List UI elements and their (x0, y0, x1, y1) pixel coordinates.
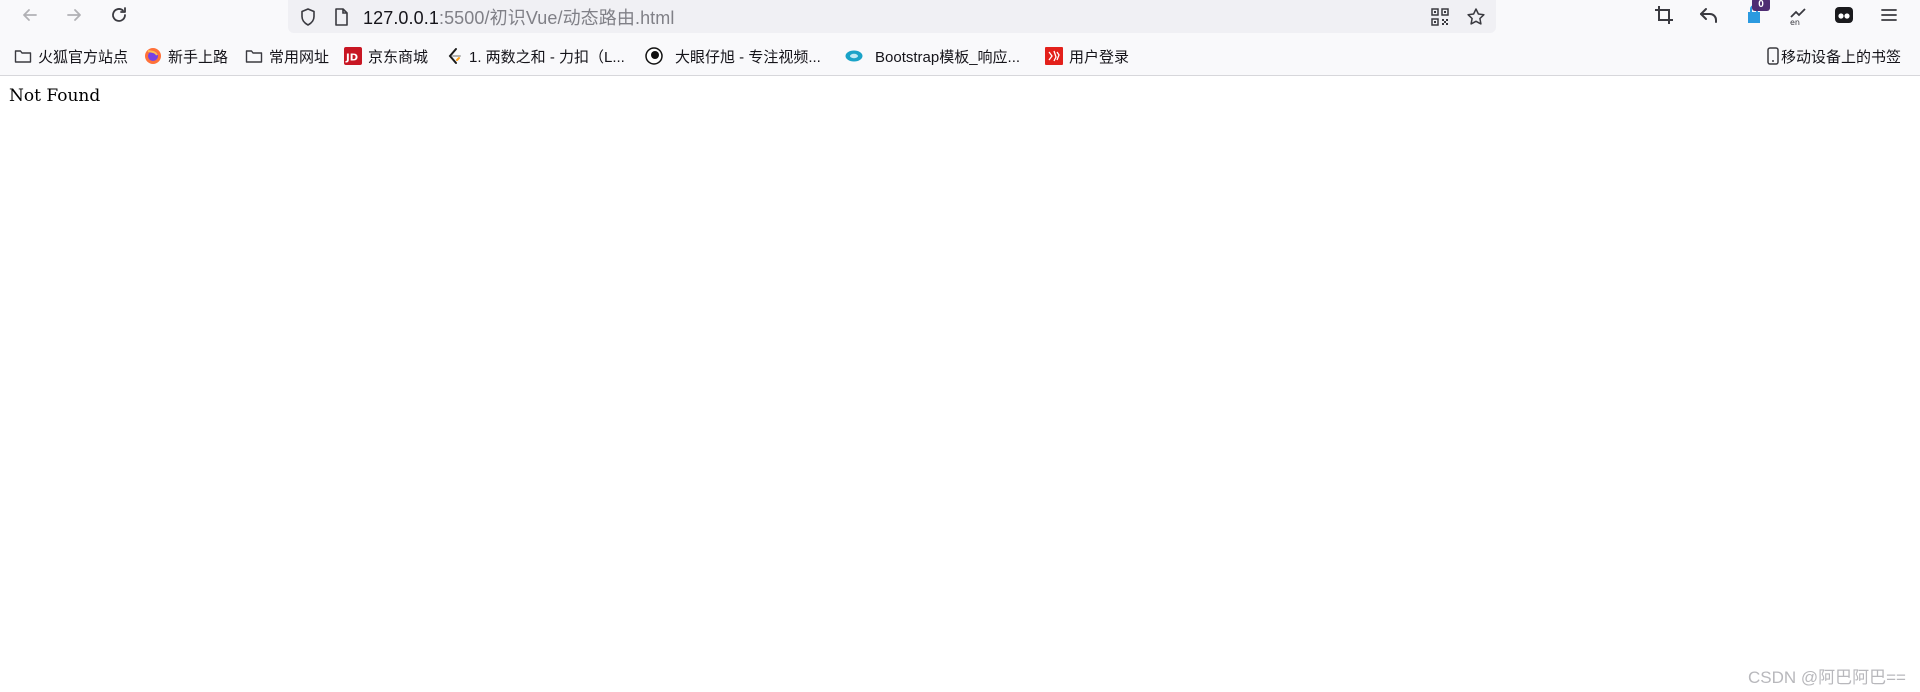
mobile-bookmarks-label: 移动设备上的书签 (1781, 48, 1902, 66)
forward-arrow-icon (67, 9, 81, 21)
bookmark-item[interactable]: 火狐官方站点 (14, 44, 128, 68)
translate-button[interactable]: en (1783, 2, 1815, 28)
menu-icon (1881, 9, 1897, 21)
bookmark-label: 火狐官方站点 (38, 48, 129, 66)
firefox-icon (144, 47, 162, 65)
bootstrap-icon (845, 47, 863, 65)
reload-button[interactable] (101, 0, 137, 30)
folder-icon (14, 47, 32, 65)
jd-icon: JD (344, 47, 362, 65)
bookmark-item[interactable]: 大眼仔旭 - 专注视频... (645, 44, 821, 68)
crop-button[interactable] (1648, 2, 1680, 28)
bookmark-item[interactable]: 用户登录 (1045, 44, 1129, 68)
bookmark-label: 常用网址 (269, 48, 330, 66)
star-icon[interactable] (1466, 7, 1486, 27)
bookmark-item[interactable]: JD 京东商城 (344, 44, 428, 68)
extension-button[interactable]: 0 (1738, 0, 1770, 28)
bookmark-item[interactable]: 常用网址 (245, 44, 329, 68)
login-icon (1045, 47, 1063, 65)
bookmark-label: 用户登录 (1069, 48, 1130, 66)
mobile-bookmarks[interactable]: 移动设备上的书签 (1766, 44, 1901, 68)
page-icon[interactable] (331, 7, 351, 27)
undo-icon (1700, 8, 1717, 23)
back-button[interactable] (12, 0, 48, 30)
qr-code-icon[interactable] (1430, 7, 1450, 27)
mobile-icon (1766, 47, 1780, 65)
shield-icon[interactable] (298, 7, 318, 27)
reload-icon (112, 7, 126, 22)
bookmark-label: 京东商城 (368, 48, 429, 66)
csdn-watermark: CSDN @阿巴阿巴== (1747, 668, 1906, 687)
url-bar[interactable]: 127.0.0.1:5500/初识Vue/动态路由.html (288, 0, 1496, 33)
browser-chrome: 127.0.0.1:5500/初识Vue/动态路由.html 0 en 火狐官方… (0, 0, 1920, 76)
bookmark-item[interactable]: 1. 两数之和 - 力扣（L... (445, 44, 625, 68)
undo-button[interactable] (1693, 2, 1725, 28)
bookmark-label: 新手上路 (168, 48, 229, 66)
svg-text:JD: JD (345, 53, 358, 64)
folder-icon (245, 47, 263, 65)
leetcode-icon (445, 47, 463, 65)
bookmark-item[interactable]: 新手上路 (144, 44, 228, 68)
eye-icon (645, 47, 663, 65)
menu-button[interactable] (1873, 2, 1905, 28)
translate-icon: en (1790, 8, 1806, 26)
crop-icon (1655, 6, 1673, 24)
not-found-message: Not Found (9, 86, 101, 106)
bookmark-label: Bootstrap模板_响应... (875, 48, 1021, 66)
svg-text:en: en (1790, 18, 1800, 26)
bookmark-item[interactable]: Bootstrap模板_响应... (845, 44, 1020, 68)
extension-badge: 0 (1752, 0, 1770, 11)
url-path: :5500/初识Vue/动态路由.html (438, 7, 675, 28)
bookmark-label: 大眼仔旭 - 专注视频... (675, 48, 821, 66)
mask-button[interactable] (1828, 2, 1860, 28)
bookmarks-bar: 火狐官方站点 新手上路 常用网址 JD 京东商城 1. 两数之和 - 力扣（L.… (0, 41, 1920, 71)
forward-button[interactable] (56, 0, 92, 30)
back-arrow-icon (23, 9, 37, 21)
url-text[interactable]: 127.0.0.1:5500/初识Vue/动态路由.html (363, 4, 674, 30)
bookmark-label: 1. 两数之和 - 力扣（L... (469, 48, 625, 66)
mask-icon (1835, 7, 1853, 23)
url-host: 127.0.0.1 (363, 7, 439, 28)
